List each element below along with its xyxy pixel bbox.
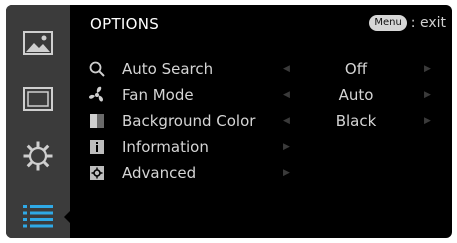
exit-hint-text: : exit [410, 15, 446, 31]
exit-hint: Menu : exit [369, 15, 446, 31]
page-title: OPTIONS [90, 15, 160, 33]
decrease-arrow[interactable]: ◀ [283, 90, 290, 100]
gear-small-icon [86, 162, 108, 184]
sidebar-item-settings[interactable] [6, 139, 70, 173]
option-fan-mode[interactable]: Fan Mode ◀ Auto ▶ [86, 83, 452, 107]
option-label: Background Color [122, 112, 256, 130]
info-icon [86, 136, 108, 158]
increase-arrow[interactable]: ▶ [424, 64, 431, 74]
option-background-color[interactable]: Background Color ◀ Black ▶ [86, 109, 452, 133]
list-icon [23, 205, 53, 228]
option-advanced[interactable]: Advanced ▶ [86, 161, 452, 185]
option-value: Auto [338, 86, 374, 104]
option-auto-search[interactable]: Auto Search ◀ Off ▶ [86, 57, 452, 81]
increase-arrow[interactable]: ▶ [424, 116, 431, 126]
decrease-arrow[interactable]: ◀ [283, 116, 290, 126]
option-label: Information [122, 138, 209, 156]
sidebar [6, 5, 70, 238]
sidebar-item-options[interactable] [6, 201, 70, 231]
option-information[interactable]: Information ▶ [86, 135, 452, 159]
option-value: Off [344, 60, 368, 78]
submenu-arrow[interactable]: ▶ [283, 142, 290, 152]
increase-arrow[interactable]: ▶ [424, 90, 431, 100]
color-icon [86, 110, 108, 132]
image-icon [23, 31, 53, 55]
option-label: Auto Search [122, 60, 214, 78]
display-icon [23, 87, 53, 111]
search-icon [86, 58, 108, 80]
sidebar-item-screen[interactable] [6, 83, 70, 115]
active-tab-pointer [64, 211, 70, 223]
gear-icon [23, 141, 53, 171]
decrease-arrow[interactable]: ◀ [283, 64, 290, 74]
fan-icon [86, 84, 108, 106]
option-label: Advanced [122, 164, 197, 182]
sidebar-item-picture[interactable] [6, 27, 70, 59]
submenu-arrow[interactable]: ▶ [283, 168, 290, 178]
menu-key-badge: Menu [369, 15, 407, 31]
osd-menu: OPTIONS Menu : exit Auto Search ◀ Off ▶ … [6, 5, 452, 238]
option-value: Black [335, 112, 377, 130]
option-label: Fan Mode [122, 86, 194, 104]
